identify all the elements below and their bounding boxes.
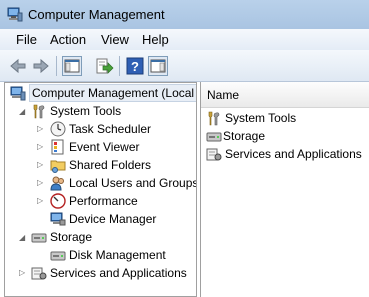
device-manager-icon bbox=[50, 212, 66, 226]
menu-file[interactable]: File bbox=[16, 32, 37, 47]
menu-view[interactable]: View bbox=[101, 32, 129, 47]
services-icon bbox=[31, 267, 47, 280]
users-icon bbox=[50, 176, 64, 191]
svg-text:?: ? bbox=[131, 59, 139, 74]
toolbar-separator bbox=[119, 56, 120, 76]
collapse-arrow-icon[interactable]: ◢ bbox=[19, 108, 27, 116]
tree-label: Disk Management bbox=[69, 248, 166, 262]
back-arrow-icon[interactable] bbox=[8, 56, 28, 76]
title-bar: Computer Management bbox=[0, 0, 369, 29]
menu-action[interactable]: Action bbox=[50, 32, 86, 47]
expand-arrow-icon[interactable]: ▷ bbox=[37, 125, 45, 133]
list-item-label: System Tools bbox=[225, 111, 297, 125]
storage-icon bbox=[206, 132, 222, 142]
expand-arrow-icon[interactable]: ▷ bbox=[19, 269, 27, 277]
list-item-label: Storage bbox=[223, 129, 266, 143]
toolbar-separator bbox=[56, 56, 57, 76]
tree-label: System Tools bbox=[50, 104, 122, 118]
computer-management-icon bbox=[10, 86, 26, 101]
tools-icon bbox=[33, 104, 45, 119]
event-viewer-icon bbox=[51, 139, 64, 155]
list-item-label: Services and Applications bbox=[225, 147, 362, 161]
disk-management-icon bbox=[50, 251, 66, 261]
expand-arrow-icon[interactable]: ▷ bbox=[37, 143, 45, 151]
services-icon bbox=[206, 148, 222, 161]
forward-arrow-icon[interactable] bbox=[31, 56, 51, 76]
performance-icon bbox=[50, 193, 66, 209]
menu-help[interactable]: Help bbox=[142, 32, 169, 47]
export-list-icon[interactable] bbox=[94, 56, 114, 76]
action-pane-icon[interactable] bbox=[148, 56, 168, 76]
column-header-label: Name bbox=[207, 88, 240, 102]
tree-label: Task Scheduler bbox=[69, 122, 152, 136]
expand-arrow-icon[interactable]: ▷ bbox=[37, 197, 45, 205]
tree-label: Performance bbox=[69, 194, 138, 208]
computer-management-icon bbox=[7, 7, 23, 22]
column-header-name[interactable]: Name bbox=[201, 82, 369, 108]
window-title: Computer Management bbox=[28, 7, 165, 22]
tree-label: Local Users and Groups bbox=[69, 176, 197, 190]
menu-bar: File Action View Help bbox=[0, 29, 369, 50]
tree-label: Services and Applications bbox=[50, 266, 187, 280]
tree-label: Event Viewer bbox=[69, 140, 140, 154]
shared-folder-icon bbox=[50, 160, 66, 173]
expand-arrow-icon[interactable]: ▷ bbox=[37, 161, 45, 169]
expand-arrow-icon[interactable]: ▷ bbox=[37, 179, 45, 187]
tree-label: Device Manager bbox=[69, 212, 157, 226]
clock-icon bbox=[50, 121, 66, 137]
tree-label: Storage bbox=[50, 230, 93, 244]
console-tree-icon[interactable] bbox=[62, 56, 82, 76]
tree-label: Shared Folders bbox=[69, 158, 152, 172]
console-tree[interactable]: Computer Management (Local ◢ System Tool… bbox=[4, 82, 197, 297]
tools-icon bbox=[208, 111, 220, 126]
help-icon[interactable]: ? bbox=[125, 56, 145, 76]
tree-label: Computer Management (Local bbox=[29, 84, 196, 102]
toolbar: ? bbox=[0, 50, 369, 82]
collapse-arrow-icon[interactable]: ◢ bbox=[19, 234, 27, 242]
storage-icon bbox=[31, 233, 47, 243]
details-list[interactable]: Name System Tools Storage Services and A… bbox=[200, 82, 369, 297]
